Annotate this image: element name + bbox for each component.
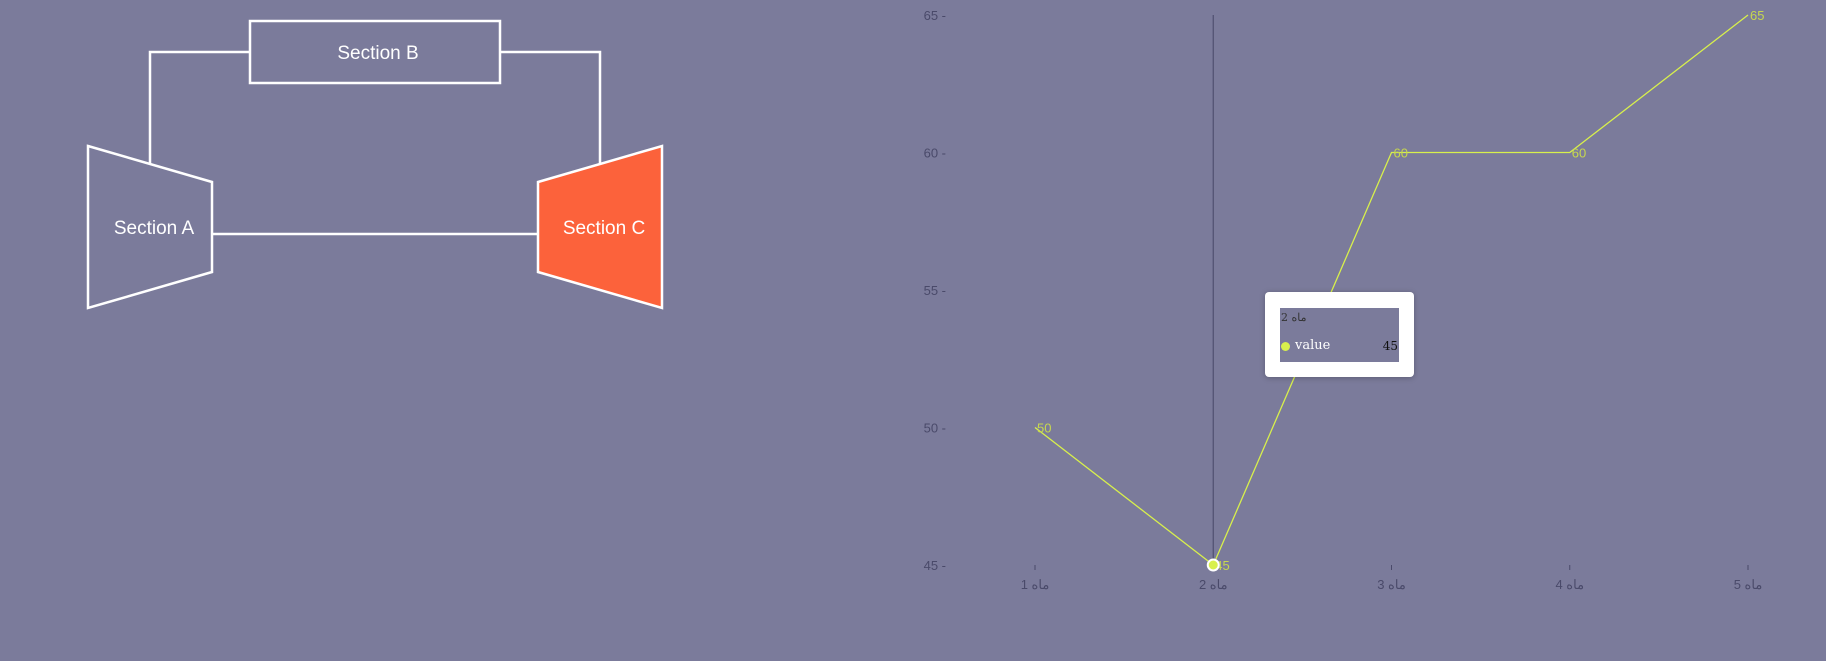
y-tick-label: 60 - <box>924 146 946 161</box>
data-label: 60 <box>1572 146 1586 161</box>
x-axis: ماه 1 ماه 2 ماه 3 ماه 4 ماه 5 <box>1021 565 1763 592</box>
x-tick-label: ماه 1 <box>1021 577 1050 592</box>
series-line-value <box>1034 14 1749 567</box>
tooltip-series-name: value <box>1295 338 1331 353</box>
x-tick-label: ماه 2 <box>1199 577 1228 592</box>
x-tick-label: ماه 5 <box>1734 577 1763 592</box>
tooltip-content: ماه 2 value 45 <box>1280 308 1399 362</box>
data-label: 50 <box>1037 421 1051 436</box>
series-color-dot <box>1281 342 1290 351</box>
active-data-point[interactable] <box>1206 558 1220 572</box>
y-tick-label: 65 - <box>924 8 946 23</box>
line-chart: 45 -50 -55 -60 -65 - ماه 1 ماه 2 ماه 3 ماه … <box>924 8 1765 592</box>
tooltip-value: 45 <box>1382 339 1398 353</box>
x-tick-label: ماه 4 <box>1555 577 1584 592</box>
data-labels: 50 45 60 60 65 <box>1037 8 1764 573</box>
data-label: 60 <box>1394 146 1408 161</box>
tooltip-title: ماه 2 <box>1281 311 1307 324</box>
data-label: 65 <box>1750 8 1764 23</box>
y-axis: 45 - 50 - 55 - 60 - 65 - <box>924 8 946 573</box>
chart-tooltip: ماه 2 value 45 <box>1265 292 1414 377</box>
x-tick-label: ماه 3 <box>1377 577 1406 592</box>
y-tick-label: 55 - <box>924 283 946 298</box>
y-tick-label: 45 - <box>924 558 946 573</box>
y-tick-label: 50 - <box>924 421 946 436</box>
